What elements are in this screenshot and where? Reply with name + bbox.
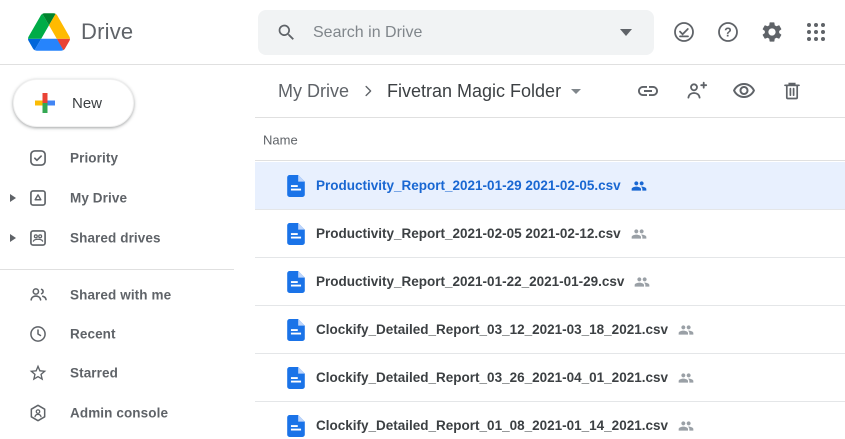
file-name: Productivity_Report_2021-01-29 2021-02-0… [316,178,621,193]
breadcrumb-toolbar-row: My Drive Fivetran Magic Folder [255,65,845,118]
sidebar-item-label: Shared with me [70,288,171,303]
sidebar-item-label: Priority [70,151,118,166]
sidebar-divider [0,269,234,270]
file-name: Clockify_Detailed_Report_03_12_2021-03_1… [316,322,668,337]
search-bar [258,10,654,55]
search-options-caret-icon[interactable] [616,25,636,40]
file-list: Productivity_Report_2021-01-29 2021-02-0… [255,162,845,439]
csv-file-icon [287,367,305,389]
drive-logo-icon [28,13,70,51]
csv-file-icon [287,271,305,293]
offline-ready-icon[interactable] [672,20,696,44]
star-icon [28,363,48,383]
sidebar-item-priority[interactable]: Priority [0,138,255,178]
shared-people-icon [677,322,695,338]
column-header-name[interactable]: Name [255,119,845,161]
settings-icon[interactable] [760,20,784,44]
drive-logo-home-link[interactable]: Drive [28,0,133,64]
sidebar: New Priority My Drive [0,65,255,439]
folder-menu-caret-icon[interactable] [571,89,581,94]
sidebar-item-starred[interactable]: Starred [0,353,255,393]
expand-caret-icon[interactable] [10,234,16,242]
file-row[interactable]: Clockify_Detailed_Report_01_08_2021-01_1… [255,402,845,439]
header-icon-group: ? [662,0,838,64]
breadcrumb-my-drive[interactable]: My Drive [278,81,349,102]
file-row[interactable]: Clockify_Detailed_Report_03_12_2021-03_1… [255,306,845,354]
top-header: Drive ? [0,0,845,65]
sidebar-item-label: Admin console [70,406,168,421]
new-button-label: New [72,95,102,112]
file-name: Clockify_Detailed_Report_03_26_2021-04_0… [316,370,668,385]
sidebar-item-label: My Drive [70,191,127,206]
csv-file-icon [287,319,305,341]
file-name: Productivity_Report_2021-01-22_2021-01-2… [316,274,624,289]
svg-text:?: ? [724,25,732,39]
sidebar-item-admin-console[interactable]: Admin console [0,393,255,433]
csv-file-icon [287,175,305,197]
folder-action-toolbar [624,65,816,117]
breadcrumb-current-folder[interactable]: Fivetran Magic Folder [387,81,561,102]
new-button[interactable]: New [13,79,134,127]
help-icon[interactable]: ? [716,20,740,44]
shared-people-icon [630,178,648,194]
sidebar-item-shared-with-me[interactable]: Shared with me [0,275,255,315]
shared-people-icon [633,274,651,290]
app-name: Drive [81,19,133,45]
shared-with-me-icon [28,285,49,306]
recent-clock-icon [28,324,48,344]
shared-people-icon [677,418,695,434]
chevron-right-icon [359,82,377,100]
csv-file-icon [287,223,305,245]
trash-icon[interactable] [780,79,804,103]
sidebar-item-recent[interactable]: Recent [0,314,255,354]
priority-check-icon [28,148,48,168]
get-link-icon[interactable] [636,79,660,103]
new-plus-icon [30,88,60,118]
csv-file-icon [287,415,305,437]
sidebar-item-my-drive[interactable]: My Drive [0,178,255,218]
file-name: Clockify_Detailed_Report_01_08_2021-01_1… [316,418,668,433]
file-row[interactable]: Productivity_Report_2021-02-05 2021-02-1… [255,210,845,258]
file-row[interactable]: Productivity_Report_2021-01-29 2021-02-0… [255,162,845,210]
file-name: Productivity_Report_2021-02-05 2021-02-1… [316,226,621,241]
search-icon[interactable] [276,22,297,43]
google-apps-icon[interactable] [804,20,828,44]
admin-console-icon [28,403,48,423]
shared-people-icon [630,226,648,242]
breadcrumb: My Drive Fivetran Magic Folder [278,65,581,117]
sidebar-item-label: Starred [70,366,118,381]
file-row[interactable]: Clockify_Detailed_Report_03_26_2021-04_0… [255,354,845,402]
sidebar-item-label: Recent [70,327,116,342]
sidebar-item-label: Shared drives [70,231,161,246]
shared-drives-icon [28,228,48,248]
name-header-label: Name [263,132,298,147]
search-input[interactable] [313,24,616,42]
sidebar-item-shared-drives[interactable]: Shared drives [0,218,255,258]
google-drive-app: Drive ? [0,0,845,439]
expand-caret-icon[interactable] [10,194,16,202]
preview-eye-icon[interactable] [732,79,756,103]
add-person-icon[interactable] [684,79,708,103]
file-row[interactable]: Productivity_Report_2021-01-22_2021-01-2… [255,258,845,306]
my-drive-icon [28,188,48,208]
shared-people-icon [677,370,695,386]
